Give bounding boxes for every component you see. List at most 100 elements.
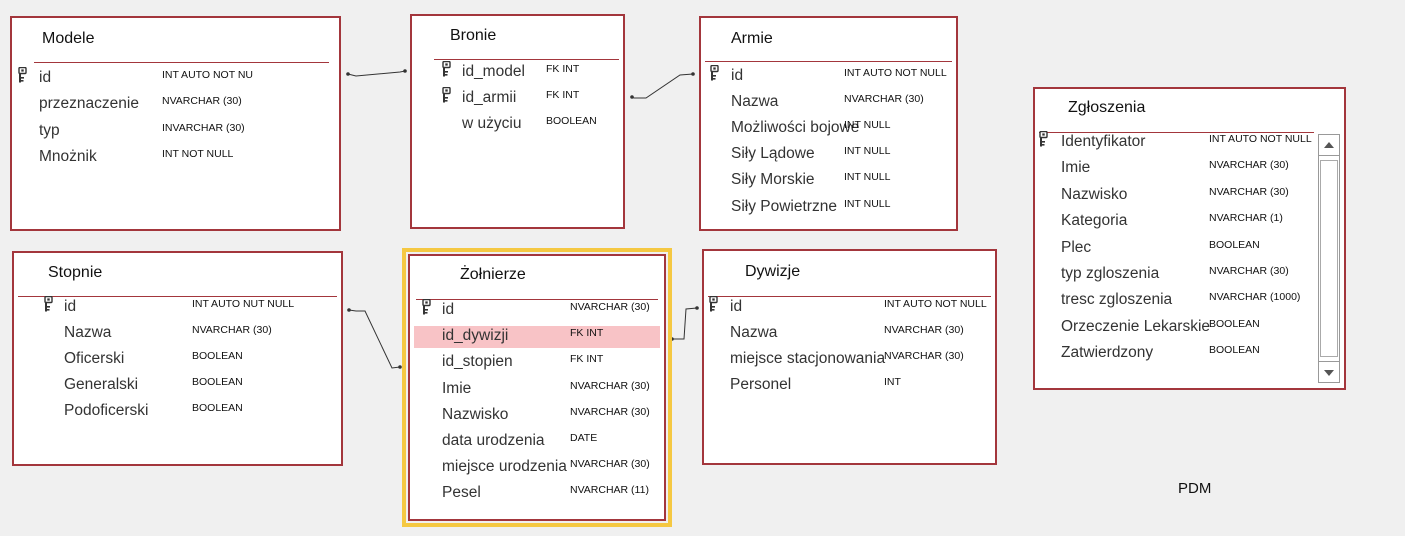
- field-row[interactable]: id_dywizji FK INT: [414, 326, 660, 349]
- field-row[interactable]: przeznaczenie NVARCHAR (30): [16, 94, 335, 116]
- scroll-thumb[interactable]: [1320, 160, 1338, 357]
- field-type: BOOLEAN: [192, 402, 243, 414]
- field-name: Możliwości bojowe: [731, 119, 860, 137]
- table-stopnie[interactable]: Stopnie id INT AUTO NUT NULL Nazwa NVARCHAR …: [12, 251, 343, 466]
- field-type: INT NULL: [844, 145, 891, 158]
- field-row[interactable]: Zatwierdzony BOOLEAN: [1039, 343, 1312, 365]
- field-row[interactable]: id INT AUTO NUT NULL: [18, 295, 337, 319]
- field-name: w użyciu: [462, 115, 522, 132]
- field-type: FK INT: [570, 327, 604, 340]
- field-row[interactable]: Nazwa NVARCHAR (30): [705, 92, 952, 114]
- field-row[interactable]: id_armii FK INT: [416, 86, 619, 110]
- table-zolnierze[interactable]: Żołnierze id NVARCHAR (30) id_dywizji FK INT…: [402, 248, 672, 527]
- relationship-endpoint: [347, 308, 351, 312]
- field-row[interactable]: typ zgloszenia NVARCHAR (30): [1039, 264, 1312, 286]
- table-modele[interactable]: Modele id INT AUTO NOT NU przeznaczenie NVAR…: [10, 16, 341, 231]
- field-row[interactable]: Siły Morskie INT NULL: [705, 170, 952, 192]
- table-armie[interactable]: Armie id INT AUTO NOT NULL Nazwa NVARCHAR (3…: [699, 16, 958, 231]
- field-type: BOOLEAN: [1209, 317, 1260, 330]
- vertical-scrollbar[interactable]: [1318, 134, 1340, 383]
- relationship-line-bronie-armie[interactable]: [631, 73, 694, 99]
- table-header-divider: [434, 59, 619, 60]
- field-row[interactable]: Imie NVARCHAR (30): [414, 379, 660, 401]
- table-header-divider: [705, 61, 952, 62]
- field-name: id_model: [462, 63, 525, 80]
- relationship-endpoint: [398, 365, 402, 369]
- table-title: Dywizje: [745, 263, 801, 280]
- field-name: id: [731, 67, 744, 84]
- field-type: NVARCHAR (30): [1209, 185, 1289, 198]
- field-row[interactable]: Kategoria NVARCHAR (1): [1039, 211, 1312, 233]
- field-row[interactable]: miejsce urodzenia NVARCHAR (30): [414, 457, 660, 479]
- relationship-line-zolnierze-dywizje[interactable]: [672, 307, 698, 340]
- field-type: BOOLEAN: [546, 115, 597, 127]
- field-row[interactable]: id_model FK INT: [416, 60, 619, 84]
- field-name: Siły Powietrzne: [731, 197, 837, 215]
- field-row[interactable]: id_stopien FK INT: [414, 352, 660, 374]
- field-row[interactable]: id NVARCHAR (30): [414, 298, 660, 322]
- field-row[interactable]: Imie NVARCHAR (30): [1039, 158, 1312, 180]
- scroll-up-button[interactable]: [1318, 134, 1340, 156]
- table-bronie[interactable]: Bronie id_model FK INT id_armii FK INT w użyc…: [410, 14, 625, 229]
- field-row[interactable]: Siły Lądowe INT NULL: [705, 144, 952, 166]
- field-row[interactable]: typ INVARCHAR (30): [16, 121, 335, 143]
- table-title: Zgłoszenia: [1068, 99, 1146, 116]
- field-type: NVARCHAR (11): [570, 484, 649, 497]
- field-row[interactable]: miejsce stacjonowania NVARCHAR (30): [708, 349, 991, 371]
- relationship-line-stopnie-zolnierze[interactable]: [348, 309, 401, 369]
- field-type: NVARCHAR (30): [192, 324, 272, 336]
- table-dywizje[interactable]: Dywizje id INT AUTO NOT NULL Nazwa NVARCHAR …: [702, 249, 997, 465]
- field-name: id: [730, 298, 743, 315]
- field-type: NVARCHAR (30): [884, 324, 964, 336]
- relationship-line-modele-bronie[interactable]: [347, 70, 406, 77]
- field-type: BOOLEAN: [192, 376, 243, 388]
- relationship-endpoint: [346, 72, 350, 76]
- field-row[interactable]: Nazwisko NVARCHAR (30): [414, 405, 660, 427]
- field-row[interactable]: Możliwości bojowe INT NULL: [705, 118, 952, 140]
- field-name: Mnożnik: [39, 147, 97, 165]
- field-row[interactable]: Plec BOOLEAN: [1039, 238, 1312, 260]
- field-row[interactable]: Orzeczenie Lekarskie BOOLEAN: [1039, 317, 1312, 339]
- field-name: id_dywizji: [442, 327, 509, 345]
- field-type: INT AUTO NOT NU: [162, 69, 254, 81]
- table-title: Armie: [731, 30, 773, 47]
- field-name: id_armii: [462, 89, 517, 106]
- field-row[interactable]: id INT AUTO NOT NULL: [708, 295, 991, 319]
- field-row[interactable]: Pesel NVARCHAR (11): [414, 483, 660, 505]
- field-row[interactable]: Personel INT: [708, 375, 991, 397]
- field-row[interactable]: w użyciu BOOLEAN: [416, 114, 619, 136]
- field-name: Nazwisko: [1061, 185, 1128, 203]
- relationship-endpoint: [670, 337, 674, 341]
- field-name: id: [442, 301, 455, 318]
- field-name: Siły Morskie: [731, 171, 815, 189]
- key-icon: [710, 64, 720, 81]
- field-type: DATE: [570, 432, 598, 444]
- field-row[interactable]: Mnożnik INT NOT NULL: [16, 147, 335, 169]
- field-row[interactable]: id INT AUTO NOT NU: [16, 66, 335, 90]
- field-row[interactable]: tresc zgloszenia NVARCHAR (1000): [1039, 290, 1312, 312]
- field-row[interactable]: Oficerski BOOLEAN: [18, 349, 337, 371]
- scroll-down-button[interactable]: [1318, 361, 1340, 383]
- table-zgloszenia[interactable]: Zgłoszenia Identyfikator INT AUTO NOT NULL…: [1033, 87, 1346, 390]
- field-type: FK INT: [546, 63, 580, 75]
- relationship-endpoint: [695, 306, 699, 310]
- key-icon: [442, 86, 452, 103]
- field-type: FK INT: [570, 353, 604, 366]
- field-row[interactable]: Generalski BOOLEAN: [18, 375, 337, 397]
- triangle-up-icon: [1324, 142, 1334, 148]
- field-name: Zatwierdzony: [1061, 344, 1154, 362]
- field-row[interactable]: Nazwa NVARCHAR (30): [708, 323, 991, 345]
- field-name: Nazwa: [730, 324, 778, 341]
- field-row[interactable]: data urodzenia DATE: [414, 431, 660, 453]
- field-type: BOOLEAN: [1209, 238, 1260, 251]
- field-name: Identyfikator: [1061, 133, 1146, 150]
- field-row[interactable]: Siły Powietrzne INT NULL: [705, 197, 952, 219]
- field-row[interactable]: Nazwisko NVARCHAR (30): [1039, 185, 1312, 207]
- field-row[interactable]: Nazwa NVARCHAR (30): [18, 323, 337, 345]
- field-type: NVARCHAR (30): [1209, 265, 1289, 277]
- key-icon: [709, 295, 719, 312]
- field-name: Plec: [1061, 238, 1092, 256]
- field-row[interactable]: Identyfikator INT AUTO NOT NULL: [1039, 130, 1312, 154]
- field-row[interactable]: id INT AUTO NOT NULL: [705, 64, 952, 88]
- field-row[interactable]: Podoficerski BOOLEAN: [18, 401, 337, 423]
